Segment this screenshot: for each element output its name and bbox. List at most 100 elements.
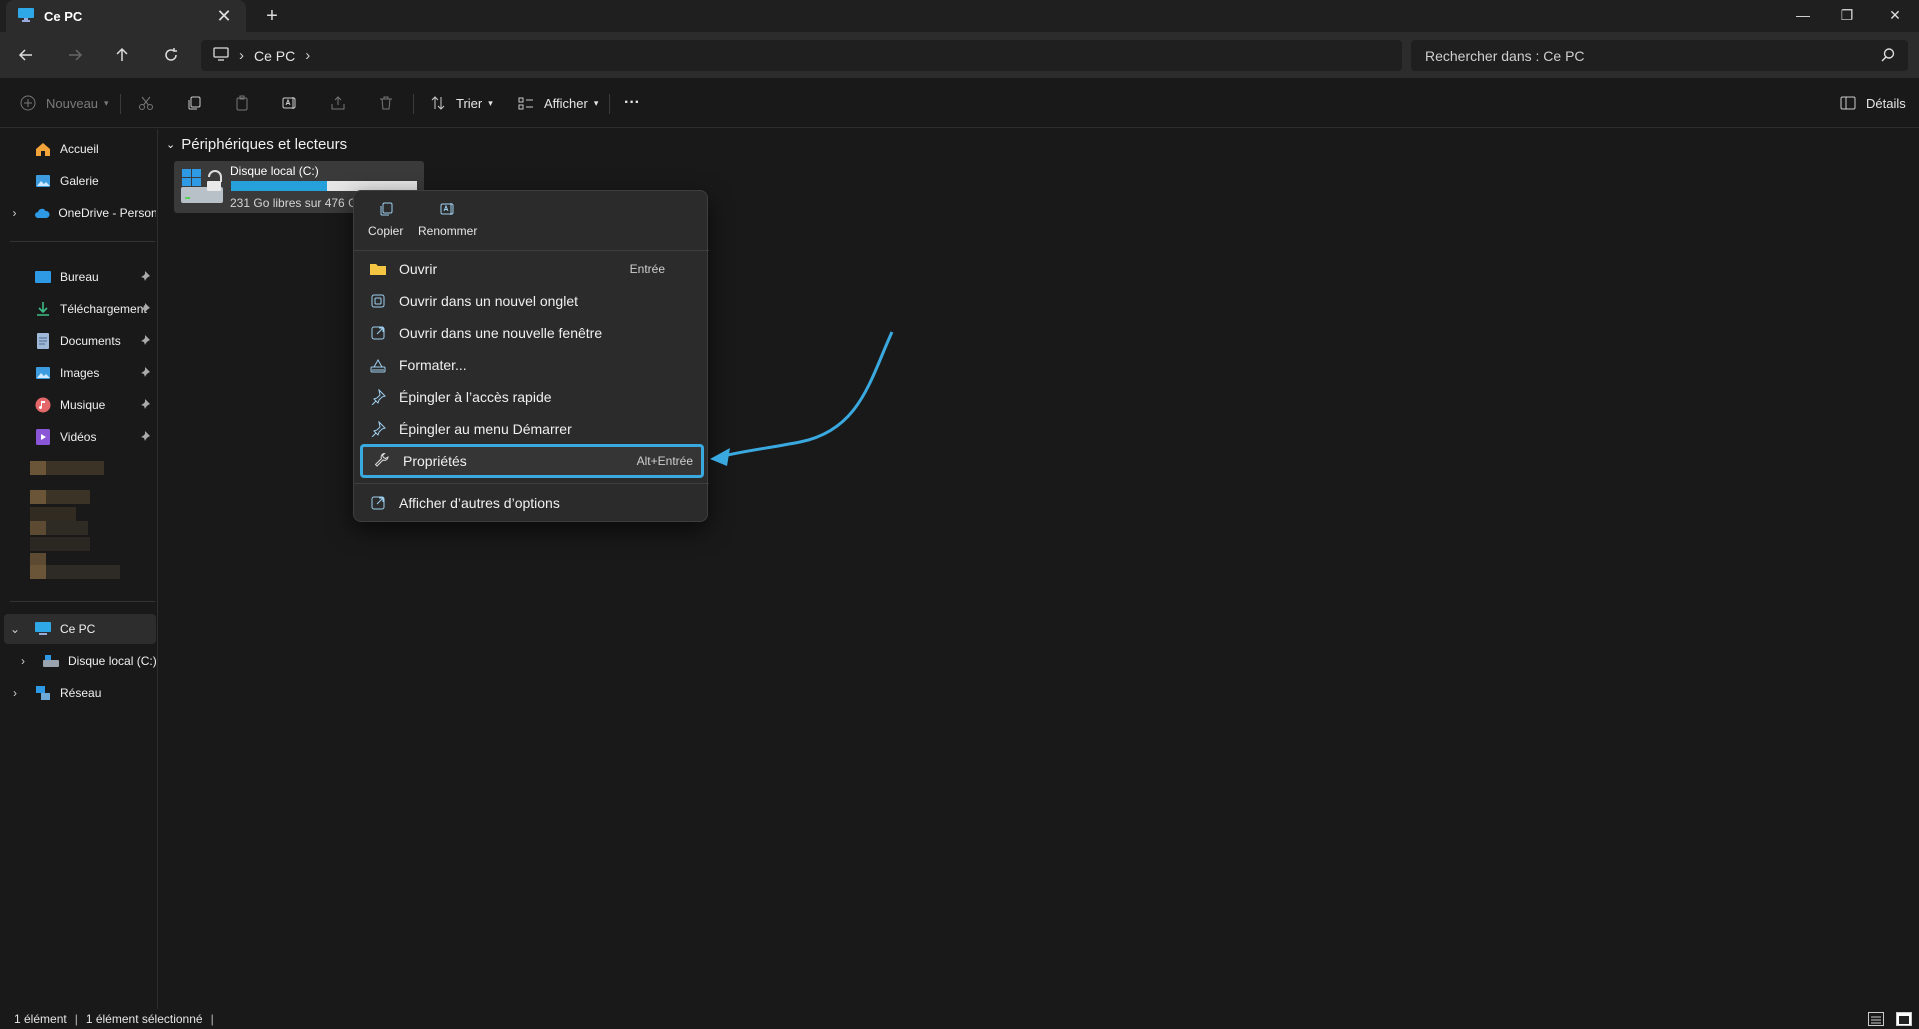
tab-title: Ce PC <box>44 8 83 24</box>
close-tab-icon[interactable]: ✕ <box>214 6 234 26</box>
chevron-right-icon[interactable]: › <box>4 686 26 700</box>
open-external-icon <box>369 324 387 342</box>
tiles-view-button[interactable] <box>1896 1012 1912 1026</box>
view-icon <box>514 91 538 115</box>
minimize-button[interactable]: — <box>1781 0 1825 32</box>
context-copy-button[interactable]: Copier <box>368 201 403 238</box>
context-item-label: Propriétés <box>403 453 467 469</box>
title-bar: Ce PC ✕ + — ❐ ✕ <box>0 0 1919 32</box>
sidebar-item-accueil[interactable]: Accueil <box>4 134 156 164</box>
breadcrumb-separator[interactable]: › <box>239 47 244 64</box>
new-tab-icon <box>369 292 387 310</box>
sidebar-item-bureau[interactable]: Bureau <box>4 262 156 292</box>
rename-button[interactable] <box>278 91 302 115</box>
maximize-button[interactable]: ❐ <box>1825 0 1869 32</box>
annotation-arrow <box>710 331 894 466</box>
navigation-pane: Accueil Galerie › OneDrive - Persona Bur… <box>0 129 158 1009</box>
share-button[interactable] <box>326 91 350 115</box>
arrow-left-icon <box>18 49 32 61</box>
rename-icon <box>278 91 302 115</box>
details-button[interactable]: Détails <box>1836 91 1906 115</box>
sort-label: Trier <box>456 95 483 111</box>
search-input[interactable]: Rechercher dans : Ce PC <box>1411 40 1908 71</box>
context-rename-button[interactable]: Renommer <box>418 201 477 238</box>
context-item-properties[interactable]: Propriétés Alt+Entrée <box>360 444 704 478</box>
tab-ce-pc[interactable]: Ce PC ✕ <box>6 0 246 32</box>
pin-icon[interactable] <box>140 366 150 380</box>
sidebar-item-label: Téléchargement <box>60 302 147 316</box>
drive-free-space: 231 Go libres sur 476 Go <box>230 196 365 210</box>
new-button[interactable]: Nouveau ▾ <box>16 91 109 115</box>
delete-button[interactable] <box>374 91 398 115</box>
clipboard-icon <box>230 91 254 115</box>
command-bar: Nouveau ▾ Trier ▾ Afficher ▾ ··· Détails <box>0 78 1919 128</box>
context-menu: Copier Renommer Ouvrir Entrée Ouvrir dan… <box>353 190 709 522</box>
status-separator: | <box>74 1012 78 1026</box>
sidebar-item-reseau[interactable]: › Réseau <box>4 678 156 708</box>
list-view-icon <box>1871 1016 1881 1024</box>
context-item-open[interactable]: Ouvrir Entrée <box>359 254 703 284</box>
group-header-label: Périphériques et lecteurs <box>181 136 348 153</box>
more-options-button[interactable]: ··· <box>624 91 640 115</box>
pin-icon[interactable] <box>140 334 150 348</box>
view-button[interactable]: Afficher ▾ <box>514 91 598 115</box>
paste-button[interactable] <box>230 91 254 115</box>
context-item-more-options[interactable]: Afficher d’autres d’options <box>359 488 703 518</box>
window-close-button[interactable]: ✕ <box>1873 0 1917 32</box>
sidebar-item-label: Vidéos <box>60 430 97 444</box>
breadcrumb-ce-pc[interactable]: Ce PC <box>254 48 295 64</box>
sidebar-item-documents[interactable]: Documents <box>4 326 156 356</box>
chevron-down-icon: ▾ <box>488 97 493 108</box>
sidebar-item-galerie[interactable]: Galerie <box>4 166 156 196</box>
pin-icon[interactable] <box>140 398 150 412</box>
context-item-open-new-window[interactable]: Ouvrir dans une nouvelle fenêtre <box>359 318 703 348</box>
sidebar-item-onedrive[interactable]: › OneDrive - Persona <box>4 198 156 228</box>
status-separator: | <box>210 1012 214 1026</box>
sidebar-item-label: Accueil <box>60 142 99 156</box>
breadcrumb-separator[interactable]: › <box>305 47 310 64</box>
sidebar-item-disque-local[interactable]: › Disque local (C:) <box>12 646 164 676</box>
computer-icon <box>18 7 34 25</box>
copy-button[interactable] <box>182 91 206 115</box>
sort-icon <box>426 91 450 115</box>
sidebar-item-images[interactable]: Images <box>4 358 156 388</box>
details-view-button[interactable] <box>1868 1012 1884 1026</box>
copy-icon <box>182 91 206 115</box>
drive-name: Disque local (C:) <box>230 164 319 178</box>
new-tab-button[interactable]: + <box>260 4 284 28</box>
context-item-pin-quick-access[interactable]: Épingler à l’accès rapide <box>359 382 703 412</box>
status-item-count: 1 élément <box>14 1012 67 1026</box>
pin-icon[interactable] <box>140 430 150 444</box>
up-button[interactable] <box>108 41 136 69</box>
cut-button[interactable] <box>134 91 158 115</box>
group-header-devices[interactable]: ⌄ Périphériques et lecteurs <box>166 136 347 153</box>
sidebar-item-ce-pc[interactable]: ⌄ Ce PC <box>4 614 156 644</box>
chevron-down-icon[interactable]: ⌄ <box>4 622 26 636</box>
pin-icon[interactable] <box>140 302 150 316</box>
context-item-open-new-tab[interactable]: Ouvrir dans un nouvel onglet <box>359 286 703 316</box>
drive-icon <box>42 652 60 670</box>
context-item-label: Ouvrir dans un nouvel onglet <box>399 293 578 309</box>
context-item-format[interactable]: Formater... <box>359 350 703 380</box>
forward-button[interactable] <box>61 41 89 69</box>
sidebar-item-label: Bureau <box>60 270 99 284</box>
context-item-pin-start[interactable]: Épingler au menu Démarrer <box>359 414 703 444</box>
sidebar-item-telechargements[interactable]: Téléchargement <box>4 294 156 324</box>
context-item-label: Formater... <box>399 357 467 373</box>
back-button[interactable] <box>12 41 40 69</box>
refresh-button[interactable] <box>157 41 185 69</box>
monitor-icon <box>213 47 229 64</box>
address-bar[interactable]: › Ce PC › <box>201 40 1402 71</box>
format-drive-icon <box>369 356 387 374</box>
pin-icon <box>369 420 387 438</box>
chevron-right-icon[interactable]: › <box>4 206 25 220</box>
context-item-label: Épingler à l’accès rapide <box>399 389 552 405</box>
tiles-view-icon <box>1899 1016 1909 1024</box>
sort-button[interactable]: Trier ▾ <box>426 91 493 115</box>
arrow-up-icon <box>116 47 128 61</box>
gallery-icon <box>34 172 52 190</box>
pin-icon[interactable] <box>140 270 150 284</box>
chevron-right-icon[interactable]: › <box>12 654 34 668</box>
sidebar-item-videos[interactable]: Vidéos <box>4 422 156 452</box>
sidebar-item-musique[interactable]: Musique <box>4 390 156 420</box>
